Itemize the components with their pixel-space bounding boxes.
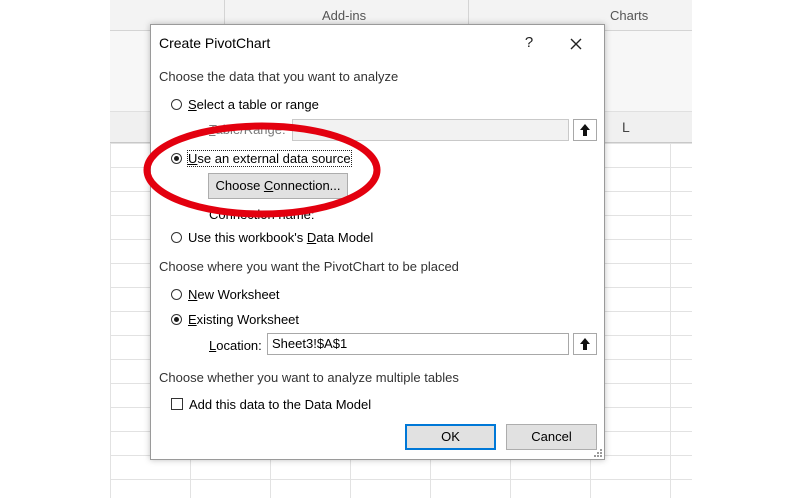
ribbon-group-charts: Charts [610, 8, 649, 23]
radio-data-model[interactable]: Use this workbook's Data Model [171, 228, 373, 246]
section-analyze-label: Choose the data that you want to analyze [159, 69, 399, 84]
ribbon-group-addins: Add-ins [322, 8, 367, 23]
radio-indicator[interactable] [171, 288, 182, 300]
create-pivotchart-dialog: Create PivotChart ? Choose the data that… [150, 24, 605, 460]
checkbox-add-data-model-label: Add this data to the Data Model [189, 396, 372, 412]
radio-existing-worksheet[interactable]: Existing Worksheet [171, 310, 299, 328]
location-collapse-button[interactable] [573, 333, 597, 355]
radio-data-model-label: Use this workbook's Data Model [188, 229, 374, 245]
radio-external-source-label: Use an external data source [187, 149, 352, 167]
radio-indicator[interactable] [171, 152, 182, 164]
resize-grip-icon[interactable] [592, 447, 602, 457]
table-range-label: Table/Range: [209, 122, 286, 137]
table-range-collapse-button[interactable] [573, 119, 597, 141]
cancel-button[interactable]: Cancel [506, 424, 597, 450]
close-icon [570, 38, 582, 50]
ok-button[interactable]: OK [405, 424, 496, 450]
radio-indicator[interactable] [171, 98, 182, 110]
section-placement-label: Choose where you want the PivotChart to … [159, 259, 459, 274]
radio-new-worksheet[interactable]: New Worksheet [171, 285, 280, 303]
collapse-dialog-icon [580, 338, 590, 350]
radio-indicator[interactable] [171, 313, 182, 325]
radio-new-worksheet-label: New Worksheet [188, 286, 280, 302]
collapse-dialog-icon [580, 124, 590, 136]
table-range-input[interactable] [292, 119, 569, 141]
checkbox-indicator[interactable] [171, 398, 183, 410]
radio-existing-worksheet-label: Existing Worksheet [188, 311, 300, 327]
dialog-title: Create PivotChart [159, 35, 271, 51]
section-multiple-tables-label: Choose whether you want to analyze multi… [159, 370, 459, 385]
radio-indicator[interactable] [171, 231, 182, 243]
close-button[interactable] [563, 31, 589, 55]
connection-name-label: Connection name: [209, 207, 315, 222]
column-header-l[interactable]: L [622, 112, 630, 142]
radio-select-table[interactable]: Select a table or range [171, 95, 319, 113]
checkbox-add-data-model[interactable]: Add this data to the Data Model [171, 395, 371, 413]
location-label: Location: [209, 338, 262, 353]
help-button[interactable]: ? [517, 31, 541, 55]
radio-select-table-label: Select a table or range [188, 96, 319, 112]
location-input[interactable]: Sheet3!$A$1 [267, 333, 569, 355]
choose-connection-button[interactable]: Choose Connection... [208, 173, 348, 199]
radio-external-source[interactable]: Use an external data source [171, 149, 352, 167]
